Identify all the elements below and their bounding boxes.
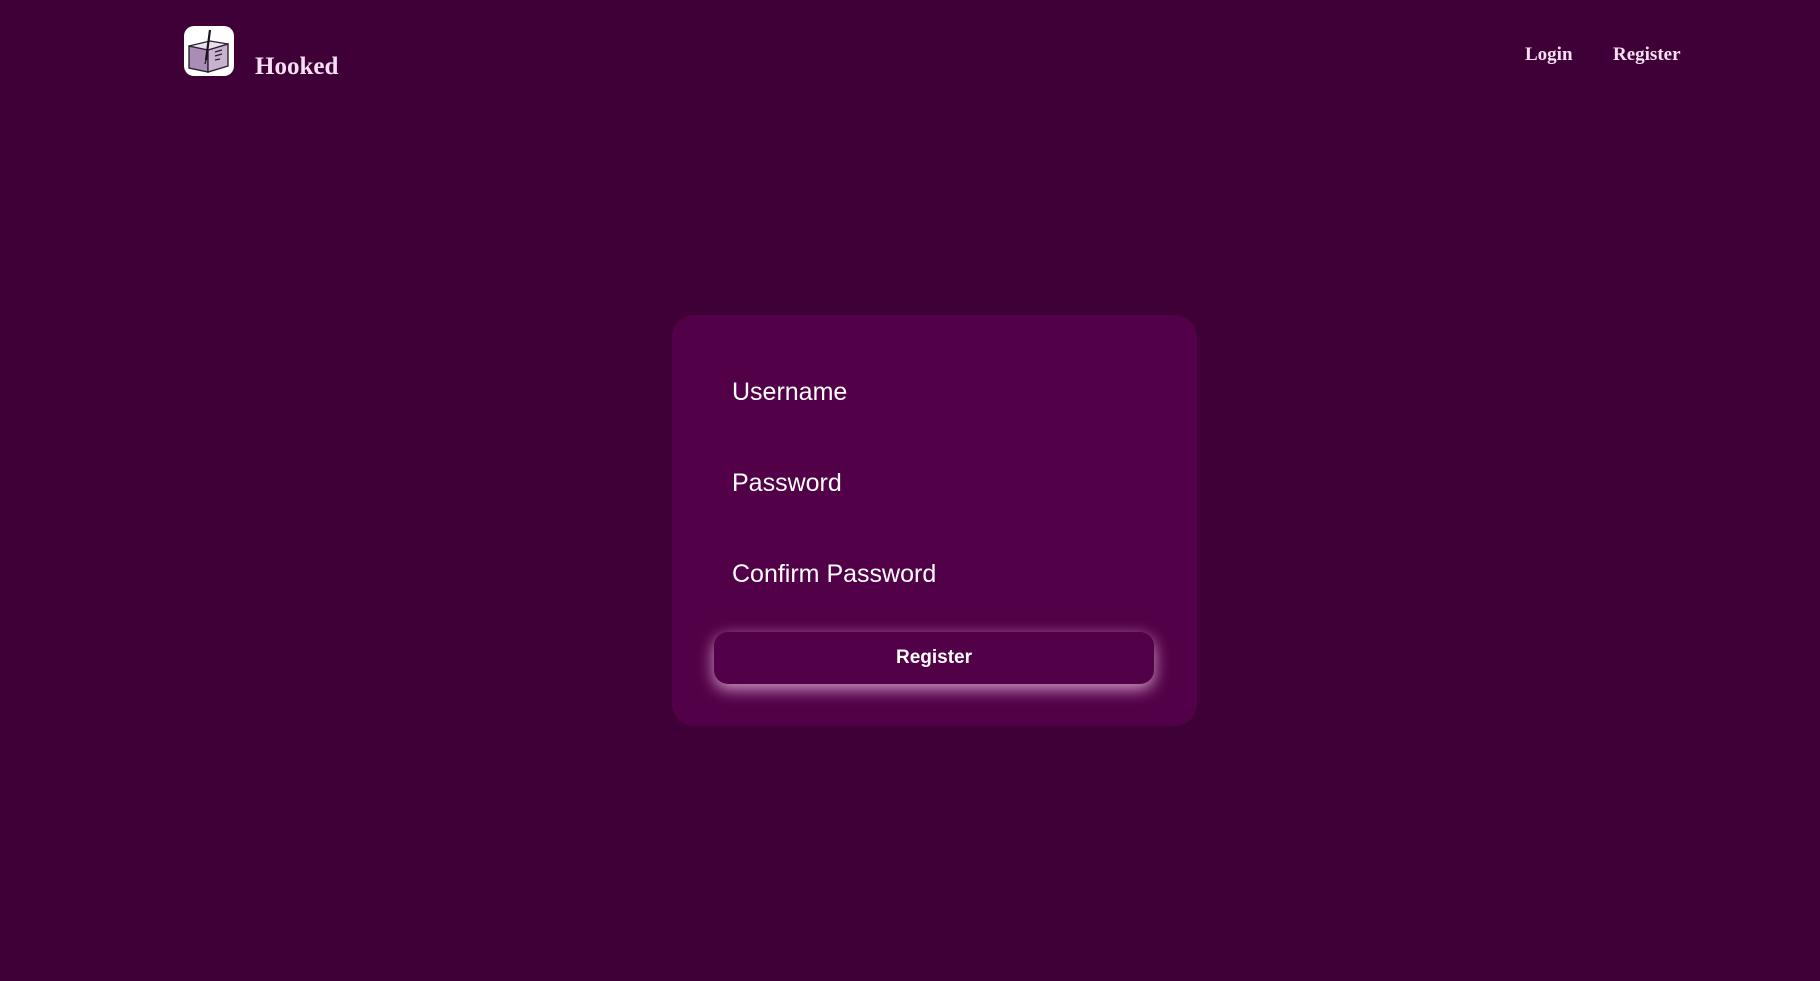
book-quill-icon: [188, 29, 229, 73]
password-field[interactable]: Password: [732, 461, 1152, 503]
confirm-password-field[interactable]: Confirm Password: [732, 552, 1152, 594]
username-field[interactable]: Username: [732, 370, 1152, 412]
username-input[interactable]: [732, 370, 1136, 412]
confirm-password-input[interactable]: [732, 552, 1136, 594]
site-header: Hooked Login Register: [0, 0, 1820, 110]
nav-login-link[interactable]: Login: [1525, 43, 1573, 67]
password-input[interactable]: [732, 461, 1136, 503]
register-button[interactable]: Register: [714, 632, 1154, 684]
brand-name: Hooked: [255, 53, 339, 80]
nav-register-link[interactable]: Register: [1613, 43, 1681, 67]
logo-icon[interactable]: [184, 26, 234, 76]
